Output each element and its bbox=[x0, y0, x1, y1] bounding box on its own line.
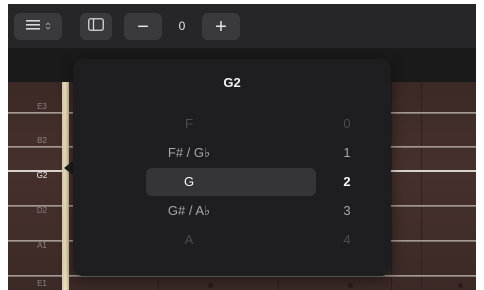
string-label: E3 bbox=[37, 102, 47, 111]
popover-title: G2 bbox=[223, 75, 241, 90]
semitone-option: 2 bbox=[343, 174, 351, 189]
string-label: A1 bbox=[37, 241, 47, 250]
note-option: G bbox=[183, 174, 195, 189]
picker-row-selected[interactable]: G 2 bbox=[146, 168, 351, 196]
menu-button[interactable] bbox=[14, 13, 62, 40]
sidebar-icon bbox=[88, 17, 104, 36]
plus-icon: + bbox=[215, 15, 227, 38]
fret-marker-dot bbox=[458, 283, 463, 288]
transpose-stepper: − 0 + bbox=[124, 13, 240, 40]
list-icon bbox=[25, 18, 42, 36]
picker-row[interactable]: F# / G♭ 1 bbox=[146, 139, 351, 167]
minus-icon: − bbox=[137, 15, 149, 38]
increment-button[interactable]: + bbox=[202, 13, 240, 40]
decrement-button[interactable]: − bbox=[124, 13, 162, 40]
app-window: − 0 + E3 B2 G2 D2 A1 E1 G2 F 0 F# / G♭ 1… bbox=[8, 4, 476, 290]
picker-row[interactable]: G# / A♭ 3 bbox=[146, 197, 351, 225]
sidebar-toggle-button[interactable] bbox=[80, 13, 112, 40]
semitone-option: 3 bbox=[343, 203, 351, 218]
stepper-value: 0 bbox=[178, 19, 186, 33]
fret-marker-dot bbox=[348, 283, 353, 288]
picker-row[interactable]: F 0 bbox=[146, 110, 351, 138]
semitone-option: 1 bbox=[343, 145, 351, 160]
semitone-option: 4 bbox=[343, 232, 351, 247]
string-label: D2 bbox=[36, 206, 48, 215]
semitone-option: 0 bbox=[343, 116, 351, 131]
string-label: G2 bbox=[36, 171, 48, 180]
guitar-nut bbox=[62, 82, 69, 290]
picker-row[interactable]: A 4 bbox=[146, 226, 351, 254]
fret-marker-dot bbox=[208, 283, 213, 288]
up-down-chevron-icon bbox=[45, 18, 51, 36]
note-option: F bbox=[185, 116, 193, 131]
string-label: E1 bbox=[37, 279, 47, 288]
string-label: B2 bbox=[37, 136, 47, 145]
note-option: G# / A♭ bbox=[167, 203, 211, 218]
toolbar: − 0 + bbox=[8, 4, 476, 48]
note-option: A bbox=[184, 232, 194, 247]
note-option: F# / G♭ bbox=[167, 145, 211, 160]
tuning-popover: G2 F 0 F# / G♭ 1 G 2 G# / A♭ 3 A 4 bbox=[73, 59, 391, 276]
